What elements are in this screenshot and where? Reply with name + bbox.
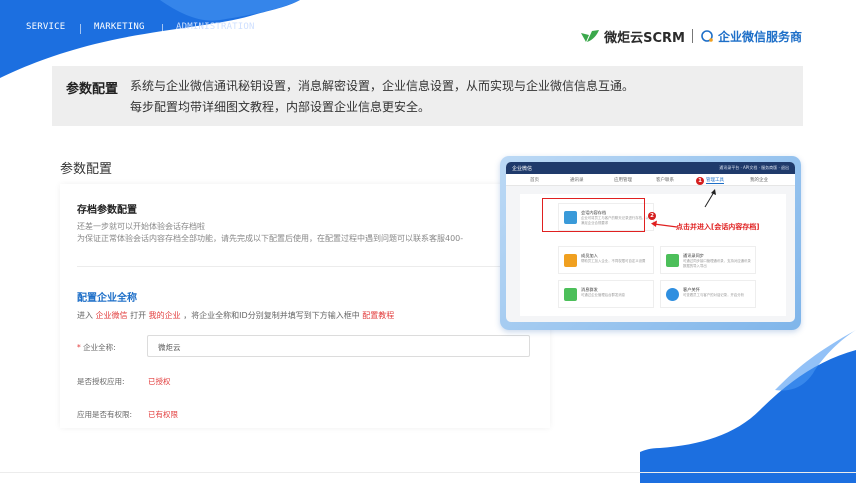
- desc-text: ，将企业全称和ID分别复制并填写到下方输入框中: [183, 311, 360, 320]
- bottom-right-wave-decoration: [640, 330, 856, 483]
- screenshot-tab: 应用管理: [614, 178, 632, 183]
- callout-text: 点击并进入[会话内容存档]: [676, 223, 760, 231]
- archive-section-title: 存档参数配置: [77, 205, 137, 216]
- settings-panel: 存档参数配置 还差一步就可以开始体验会话存档啦 为保证正常体验会话内容存档全部功…: [60, 184, 550, 428]
- arrow-up-icon: [704, 189, 716, 208]
- brand-tagline: 企业微信服务商: [717, 29, 802, 44]
- section-divider: [77, 266, 547, 267]
- archive-hint-2: 为保证正常体验会话内容存档全部功能，请先完成以下配置后使用，在配置过程中遇到问题…: [77, 234, 464, 243]
- screenshot-topbar: 企业微信 通讯录平台 · API文档 · 服务商版 · 退出: [506, 162, 795, 174]
- my-company-link[interactable]: 我的企业: [149, 311, 181, 320]
- intro-label: 参数配置: [66, 82, 119, 97]
- sync-icon: [666, 254, 679, 267]
- card-member: 成员加入 帮助员工加入企业，不同权限可自定义设置: [558, 246, 654, 274]
- screenshot-logo: 企业微信: [512, 166, 533, 172]
- wecom-link[interactable]: 企业微信: [96, 311, 128, 320]
- company-name-label-text: 企业全称:: [83, 343, 116, 352]
- leaf-logo-icon: [581, 30, 600, 42]
- screenshot-tab: 首页: [530, 178, 539, 183]
- nav-item-marketing[interactable]: MARKETING: [94, 22, 145, 32]
- step-2-badge: 2: [648, 212, 656, 220]
- nav-divider: [162, 24, 163, 34]
- screenshot-body: 企业微信 通讯录平台 · API文档 · 服务商版 · 退出 首页 通讯录 应用…: [506, 162, 795, 322]
- broadcast-icon: [564, 288, 577, 301]
- permission-status: 已有权限: [148, 410, 178, 419]
- screenshot-tab: 我的企业: [750, 178, 768, 183]
- desc-text: 打开: [130, 311, 147, 320]
- intro-banner: 参数配置 系统与企业微信通讯秘钥设置，消息解密设置，企业信息设置，从而实现与企业…: [52, 66, 803, 126]
- card-desc: 可通过企业管理后台群发消息: [581, 293, 626, 297]
- auth-label: 是否授权应用:: [77, 377, 125, 386]
- brand-name: 微炬云SCRM: [604, 30, 685, 46]
- card-sync: 通讯录同步 可通过同步接口管理通讯录，支持对应通讯录数据的导入导出: [660, 246, 756, 274]
- settings-page-title: 参数配置: [60, 162, 113, 177]
- screenshot-tab: 通讯录: [570, 178, 584, 183]
- auth-status: 已授权: [148, 377, 171, 386]
- intro-line-2: 每步配置均带详细图文教程，内部设置企业信息更安全。: [130, 100, 431, 114]
- company-name-input[interactable]: 微炬云: [147, 335, 530, 357]
- card-desc: 可查看员工与客户的对话记录，开启分析: [683, 293, 745, 297]
- nav-divider: [80, 24, 81, 34]
- slide: SERVICE MARKETING ADMINISTRATION 微炬云SCRM…: [0, 0, 856, 483]
- top-nav: SERVICE MARKETING ADMINISTRATION: [0, 22, 300, 36]
- tutorial-screenshot: 企业微信 通讯录平台 · API文档 · 服务商版 · 退出 首页 通讯录 应用…: [500, 156, 801, 330]
- company-section-desc: 进入 企业微信 打开 我的企业 ，将企业全称和ID分别复制并填写到下方输入框中 …: [77, 310, 394, 321]
- nav-item-service[interactable]: SERVICE: [26, 22, 65, 32]
- company-section-title: 配置企业全称: [77, 293, 137, 304]
- highlight-box: [542, 198, 645, 232]
- intro-line-1: 系统与企业微信通讯秘钥设置，消息解密设置，企业信息设置，从而实现与企业微信信息互…: [130, 79, 635, 93]
- permission-label: 应用是否有权限:: [77, 410, 133, 419]
- brand: 微炬云SCRM 企业微信服务商: [580, 27, 802, 46]
- member-icon: [564, 254, 577, 267]
- brand-divider: [691, 29, 693, 43]
- card-broadcast: 消息群发 可通过企业管理后台群发消息: [558, 280, 654, 308]
- footer-divider: [0, 472, 856, 473]
- screenshot-tab-active: 管理工具: [706, 178, 724, 184]
- screenshot-toplinks: 通讯录平台 · API文档 · 服务商版 · 退出: [719, 165, 789, 170]
- wecom-ring-icon: [701, 30, 713, 42]
- card-customer: 客户关怀 可查看员工与客户的对话记录，开启分析: [660, 280, 756, 308]
- card-desc: 可通过同步接口管理通讯录，支持对应通讯录数据的导入导出: [683, 259, 751, 268]
- config-tutorial-link[interactable]: 配置教程: [362, 311, 394, 320]
- company-name-label: * 企业全称:: [77, 343, 116, 352]
- screenshot-tab: 客户联系: [656, 178, 674, 183]
- desc-text: 进入: [77, 311, 93, 320]
- card-desc: 帮助员工加入企业，不同权限可自定义设置: [581, 259, 646, 263]
- screenshot-tabs: 首页 通讯录 应用管理 客户联系 1 管理工具 我的企业: [506, 174, 795, 186]
- nav-item-administration[interactable]: ADMINISTRATION: [176, 22, 255, 32]
- archive-hint-1: 还差一步就可以开始体验会话存档啦: [77, 222, 205, 231]
- step-1-badge: 1: [696, 177, 704, 185]
- arrow-left-icon: [651, 220, 678, 228]
- chat-icon: [666, 288, 679, 301]
